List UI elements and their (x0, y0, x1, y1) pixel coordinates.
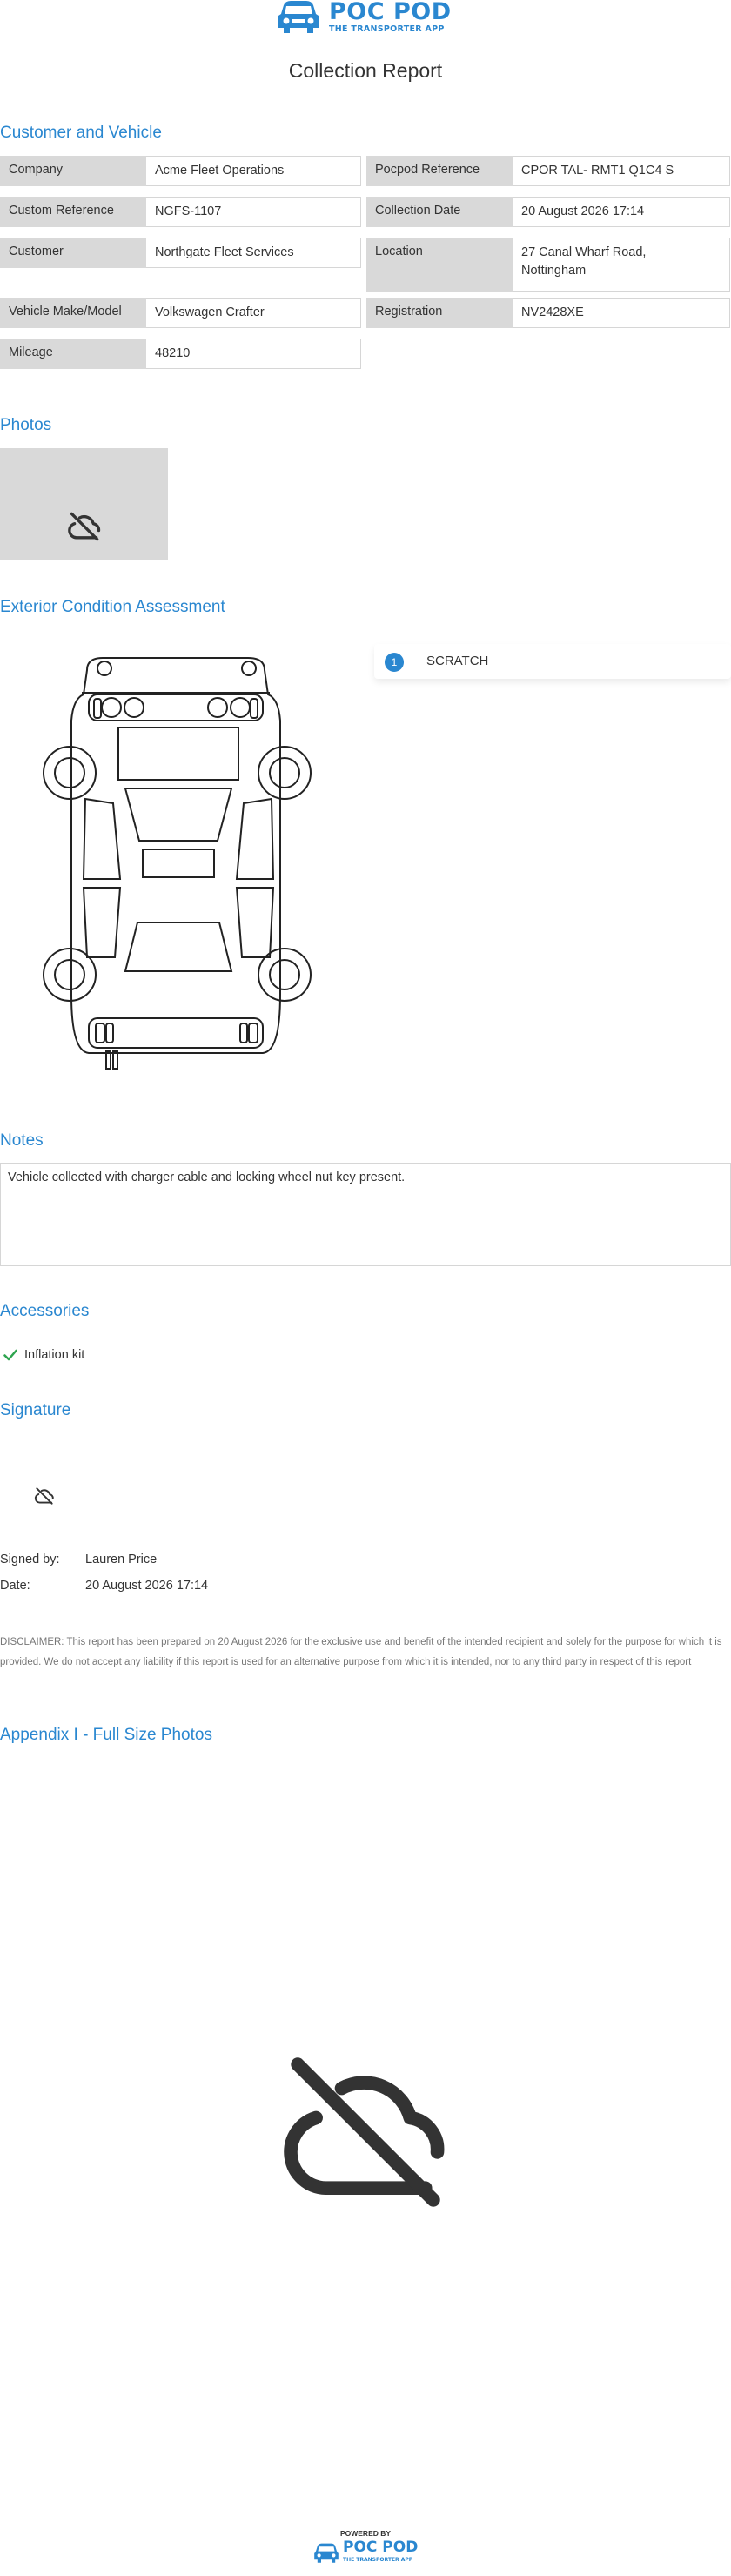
photo-thumbnail[interactable] (0, 448, 168, 560)
section-appendix: Appendix I - Full Size Photos (0, 1726, 212, 1744)
footer-brand-name: POC POD (343, 2539, 419, 2556)
section-signature: Signature (0, 1401, 71, 1419)
location-line2: Nottingham (521, 264, 587, 278)
page-title: Collection Report (288, 59, 443, 82)
notes-box: Vehicle collected with charger cable and… (0, 1163, 731, 1266)
detail-value: 48210 (146, 339, 361, 369)
section-notes: Notes (0, 1131, 44, 1150)
detail-label: Registration (366, 298, 513, 328)
signature-date-label: Date: (0, 1579, 30, 1593)
section-photos: Photos (0, 416, 52, 434)
detail-make-model: Vehicle Make/Model Volkswagen Crafter (0, 298, 361, 328)
detail-value: NGFS-1107 (146, 197, 361, 227)
cloud-off-icon (284, 2057, 445, 2207)
detail-label: Collection Date (366, 197, 513, 227)
cloud-off-icon (68, 512, 101, 541)
signature-date-value: 20 August 2026 17:14 (85, 1579, 209, 1593)
section-exterior: Exterior Condition Assessment (0, 598, 225, 616)
signed-by-value: Lauren Price (85, 1553, 158, 1566)
detail-value: 20 August 2026 17:14 (513, 197, 730, 227)
signed-by-row: Signed by: Lauren Price (0, 1553, 157, 1566)
signed-by-label: Signed by: (0, 1553, 60, 1566)
brand-tagline: THE TRANSPORTER APP (329, 24, 445, 34)
detail-value: Northgate Fleet Services (146, 238, 361, 268)
detail-label: Pocpod Reference (366, 156, 513, 186)
vehicle-diagram (43, 657, 312, 1070)
detail-registration: Registration NV2428XE (366, 298, 730, 328)
disclaimer-text: DISCLAIMER: This report has been prepare… (0, 1637, 722, 1667)
location-line1: 27 Canal Wharf Road, (521, 245, 647, 259)
van-icon (278, 1, 319, 33)
section-accessories: Accessories (0, 1302, 90, 1320)
damage-number: 1 (385, 653, 404, 672)
detail-company: Company Acme Fleet Operations (0, 156, 361, 186)
detail-label: Custom Reference (0, 197, 146, 227)
detail-label: Company (0, 156, 146, 186)
detail-label: Location (366, 238, 513, 292)
section-customer-vehicle: Customer and Vehicle (0, 124, 162, 142)
detail-value: Acme Fleet Operations (146, 156, 361, 186)
detail-value: CPOR TAL- RMT1 Q1C4 S (513, 156, 730, 186)
detail-customer: Customer Northgate Fleet Services (0, 238, 361, 268)
signature-date-row: Date: 20 August 2026 17:14 (0, 1579, 208, 1593)
powered-by-text: POWERED BY (339, 2529, 392, 2538)
accessory-item: Inflation kit (3, 1348, 84, 1362)
footer-logo: POC POD THE TRANSPORTER APP (313, 2539, 419, 2567)
cloud-off-icon (34, 1487, 54, 1505)
detail-custom-ref: Custom Reference NGFS-1107 (0, 197, 361, 227)
damage-item[interactable]: 1 SCRATCH (374, 644, 731, 679)
van-icon (314, 2543, 339, 2563)
detail-label: Customer (0, 238, 146, 268)
detail-pocpod-ref: Pocpod Reference CPOR TAL- RMT1 Q1C4 S (366, 156, 730, 186)
brand-name: POC POD (329, 0, 452, 25)
detail-location: Location 27 Canal Wharf Road, Nottingham (366, 238, 730, 292)
footer-brand-tagline: THE TRANSPORTER APP (343, 2557, 413, 2563)
brand-logo: POC POD THE TRANSPORTER APP (277, 0, 454, 38)
detail-mileage: Mileage 48210 (0, 339, 361, 369)
detail-label: Mileage (0, 339, 146, 369)
check-icon (3, 1349, 17, 1361)
detail-value: 27 Canal Wharf Road, Nottingham (513, 238, 730, 292)
detail-value: Volkswagen Crafter (146, 298, 361, 328)
detail-collection-date: Collection Date 20 August 2026 17:14 (366, 197, 730, 227)
accessory-label: Inflation kit (24, 1348, 85, 1362)
detail-label: Vehicle Make/Model (0, 298, 146, 328)
detail-value: NV2428XE (513, 298, 730, 328)
damage-type: SCRATCH (426, 654, 489, 668)
